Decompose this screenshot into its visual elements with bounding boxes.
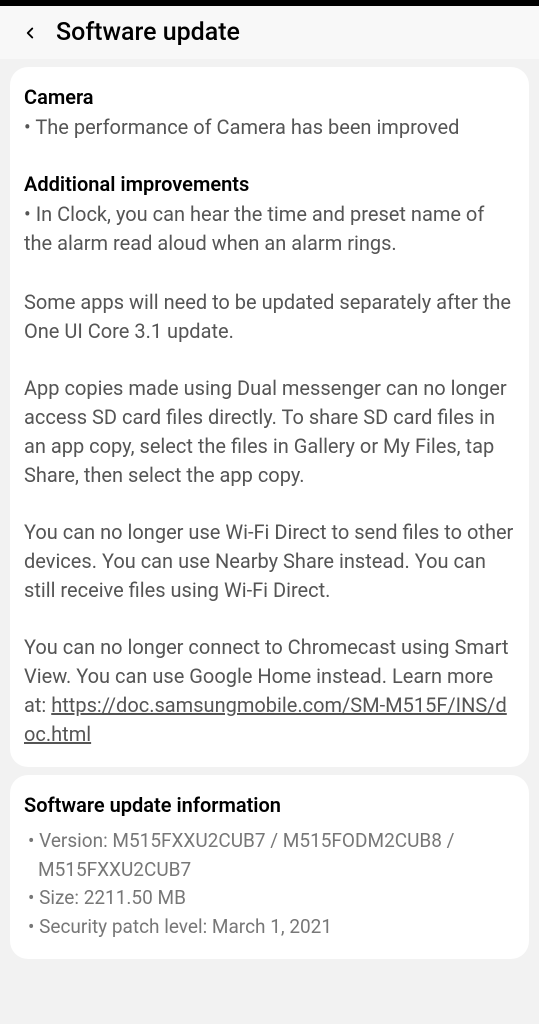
info-heading: Software update information bbox=[24, 793, 515, 817]
camera-heading: Camera bbox=[24, 85, 515, 109]
info-patch: • Security patch level: March 1, 2021 bbox=[24, 913, 515, 942]
changelog-card: Camera • The performance of Camera has b… bbox=[10, 67, 529, 767]
info-version: • Version: M515FXXU2CUB7 / M515FODM2CUB8… bbox=[24, 827, 515, 884]
additional-bullet: • In Clock, you can hear the time and pr… bbox=[24, 200, 515, 258]
camera-bullet: • The performance of Camera has been imp… bbox=[24, 113, 515, 142]
para-chromecast: You can no longer connect to Chromecast … bbox=[24, 633, 515, 749]
para-apps-update: Some apps will need to be updated separa… bbox=[24, 288, 515, 346]
header-bar: Software update bbox=[0, 6, 539, 59]
info-size: • Size: 2211.50 MB bbox=[24, 884, 515, 913]
para-dual-messenger: App copies made using Dual messenger can… bbox=[24, 374, 515, 490]
update-info-card: Software update information • Version: M… bbox=[10, 775, 529, 959]
learn-more-link[interactable]: https://doc.samsungmobile.com/SM-M515F/I… bbox=[24, 693, 507, 746]
para-wifi-direct: You can no longer use Wi-Fi Direct to se… bbox=[24, 518, 515, 605]
additional-heading: Additional improvements bbox=[24, 172, 515, 196]
back-icon[interactable] bbox=[16, 19, 44, 47]
page-title: Software update bbox=[56, 18, 240, 47]
